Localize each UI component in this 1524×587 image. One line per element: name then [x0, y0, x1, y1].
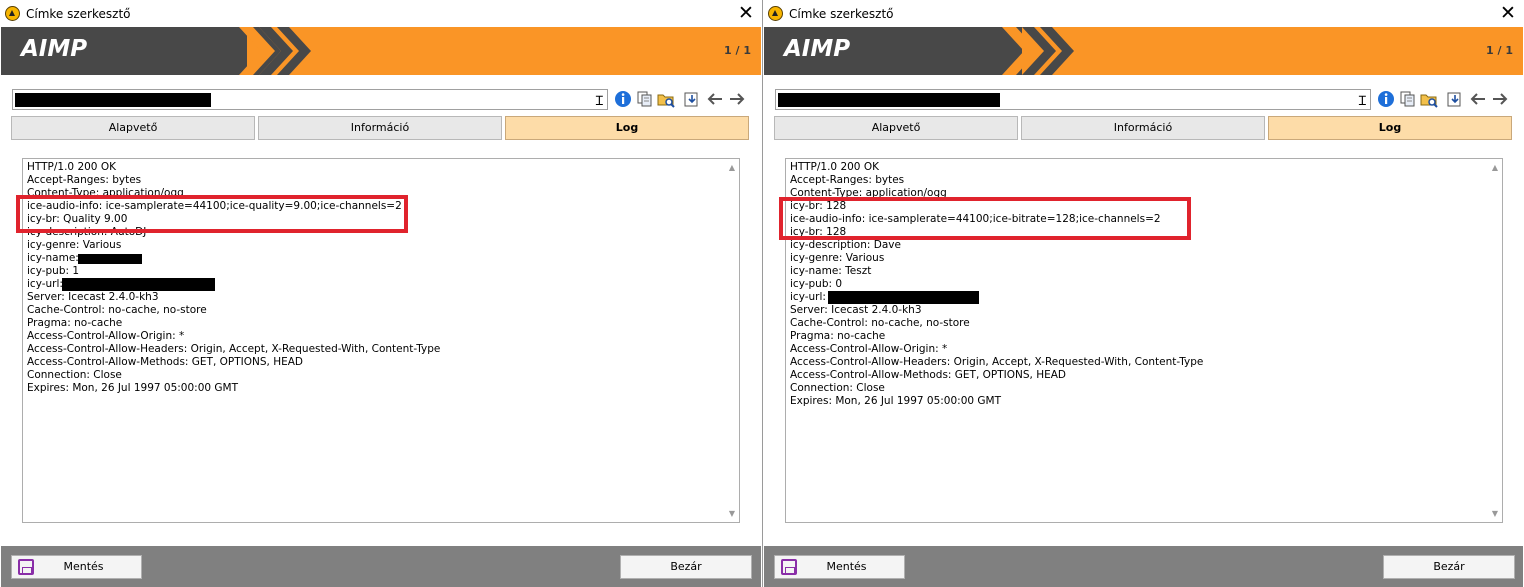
close-icon[interactable]: ✕: [1496, 2, 1520, 24]
redacted-path: [15, 93, 211, 107]
copy-icon[interactable]: [1399, 90, 1417, 108]
file-path-field[interactable]: Ɪ: [775, 89, 1371, 110]
log-line: icy-pub: 1: [27, 265, 80, 277]
title-bar: Címke szerkesztő ✕: [763, 0, 1524, 27]
text-cursor-icon: Ɪ: [1358, 94, 1366, 109]
save-label: Mentés: [63, 560, 104, 573]
scroll-up-icon[interactable]: ▲: [729, 163, 735, 172]
log-line: icy-name: Teszt: [790, 265, 872, 277]
banner-chevrons: [1002, 27, 1074, 75]
log-line: icy-genre: Various: [27, 239, 122, 251]
log-line: Cache-Control: no-cache, no-store: [790, 317, 970, 329]
highlight-box: [779, 197, 1191, 240]
log-line: Server: Icecast 2.4.0-kh3: [27, 291, 159, 303]
tab-basic[interactable]: Alapvető: [11, 116, 255, 140]
copy-icon[interactable]: [636, 90, 654, 108]
log-line: Access-Control-Allow-Methods: GET, OPTIO…: [790, 369, 1067, 381]
highlight-box: [16, 195, 408, 233]
log-line: Expires: Mon, 26 Jul 1997 05:00:00 GMT: [27, 382, 239, 394]
log-line: Accept-Ranges: bytes: [790, 174, 905, 186]
save-label: Mentés: [826, 560, 867, 573]
log-line: Access-Control-Allow-Headers: Origin, Ac…: [790, 356, 1204, 368]
redacted-value: [78, 254, 142, 264]
window-title: Címke szerkesztő: [26, 6, 131, 21]
info-icon[interactable]: [614, 90, 632, 108]
title-bar: Címke szerkesztő ✕: [0, 0, 762, 27]
tab-basic[interactable]: Alapvető: [774, 116, 1018, 140]
text-cursor-icon: Ɪ: [595, 94, 603, 109]
download-icon[interactable]: [1446, 90, 1464, 108]
save-icon: [781, 559, 797, 575]
find-folder-icon[interactable]: [657, 90, 675, 108]
save-button[interactable]: Mentés: [11, 555, 142, 579]
scroll-down-icon[interactable]: ▼: [1492, 509, 1498, 518]
log-line: icy-description: Dave: [790, 239, 901, 251]
log-line: Access-Control-Allow-Methods: GET, OPTIO…: [27, 356, 304, 368]
window-title: Címke szerkesztő: [789, 6, 894, 21]
log-line: HTTP/1.0 200 OK: [27, 161, 116, 173]
footer-bar: Mentés Bezár: [1, 546, 761, 587]
tab-info[interactable]: Információ: [258, 116, 502, 140]
log-line: Expires: Mon, 26 Jul 1997 05:00:00 GMT: [790, 395, 1002, 407]
arrow-left-icon[interactable]: [706, 90, 724, 108]
redacted-value: [62, 278, 215, 291]
log-line: Accept-Ranges: bytes: [27, 174, 142, 186]
tag-editor-window-left: Címke szerkesztő ✕ AIMP 1 / 1 Ɪ Alapvető…: [0, 0, 762, 587]
redacted-value: [828, 291, 979, 304]
file-path-field[interactable]: Ɪ: [12, 89, 608, 110]
aimp-logo: AIMP: [784, 36, 851, 62]
log-line: Connection: Close: [790, 382, 885, 394]
log-line: icy-url:: [27, 278, 721, 291]
scroll-up-icon[interactable]: ▲: [1492, 163, 1498, 172]
tab-log[interactable]: Log: [505, 116, 749, 140]
log-line: Connection: Close: [27, 369, 122, 381]
info-icon[interactable]: [1377, 90, 1395, 108]
aimp-logo-icon: [768, 6, 783, 21]
aimp-logo-icon: [5, 6, 20, 21]
save-button[interactable]: Mentés: [774, 555, 905, 579]
log-line: icy-pub: 0: [790, 278, 843, 290]
log-line: Pragma: no-cache: [790, 330, 886, 342]
save-icon: [18, 559, 34, 575]
log-line: Access-Control-Allow-Origin: *: [27, 330, 185, 342]
log-line: Access-Control-Allow-Headers: Origin, Ac…: [27, 343, 441, 355]
log-line: Cache-Control: no-cache, no-store: [27, 304, 207, 316]
tag-editor-window-right: Címke szerkesztő ✕ AIMP 1 / 1 Ɪ Alapvető…: [762, 0, 1524, 587]
log-line: Access-Control-Allow-Origin: *: [790, 343, 948, 355]
banner-chevrons: [239, 27, 311, 75]
arrow-right-icon[interactable]: [1491, 90, 1509, 108]
log-line: Server: Icecast 2.4.0-kh3: [790, 304, 922, 316]
tab-log[interactable]: Log: [1268, 116, 1512, 140]
tab-info[interactable]: Információ: [1021, 116, 1265, 140]
scroll-down-icon[interactable]: ▼: [729, 509, 735, 518]
log-line: icy-name:: [27, 252, 721, 265]
close-button[interactable]: Bezár: [1383, 555, 1515, 579]
page-counter: 1 / 1: [1486, 44, 1513, 57]
banner: AIMP 1 / 1: [764, 27, 1523, 75]
aimp-logo: AIMP: [21, 36, 88, 62]
find-folder-icon[interactable]: [1420, 90, 1438, 108]
redacted-path: [778, 93, 1000, 107]
log-line: HTTP/1.0 200 OK: [790, 161, 879, 173]
close-button[interactable]: Bezár: [620, 555, 752, 579]
arrow-left-icon[interactable]: [1469, 90, 1487, 108]
log-line: Pragma: no-cache: [27, 317, 123, 329]
arrow-right-icon[interactable]: [728, 90, 746, 108]
download-icon[interactable]: [683, 90, 701, 108]
footer-bar: Mentés Bezár: [764, 546, 1523, 587]
close-icon[interactable]: ✕: [734, 2, 758, 24]
log-line: icy-genre: Various: [790, 252, 885, 264]
banner: AIMP 1 / 1: [1, 27, 761, 75]
page-counter: 1 / 1: [724, 44, 751, 57]
log-line: icy-url:: [790, 291, 1484, 304]
